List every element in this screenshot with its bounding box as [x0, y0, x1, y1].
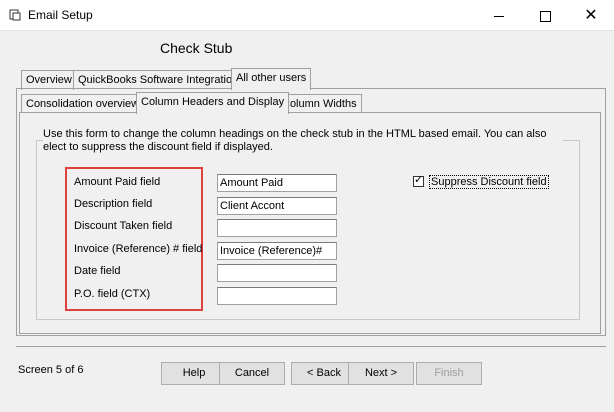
tab-all-other-users[interactable]: All other users: [231, 68, 312, 90]
suppress-discount-label[interactable]: Suppress Discount field: [429, 175, 549, 189]
tab-column-headers-display[interactable]: Column Headers and Display: [136, 92, 290, 114]
screen-indicator: Screen 5 of 6: [18, 364, 84, 376]
page-title: Check Stub: [160, 40, 233, 56]
description-label: Description field: [74, 198, 153, 210]
title-bar: Email Setup ✕: [0, 0, 614, 31]
maximize-icon: [539, 10, 551, 22]
close-icon: ✕: [584, 7, 598, 24]
tab-overview[interactable]: Overview: [21, 70, 77, 90]
next-button[interactable]: Next >: [348, 362, 414, 385]
app-icon: [9, 9, 21, 21]
help-button[interactable]: Help: [161, 362, 227, 385]
invoice-reference-input[interactable]: Invoice (Reference)#: [217, 242, 337, 260]
checkmark-icon: ✓: [414, 174, 424, 186]
date-label: Date field: [74, 265, 121, 277]
minimize-icon: [494, 15, 504, 17]
suppress-discount-checkbox[interactable]: ✓: [413, 174, 424, 187]
footer-separator: [16, 346, 606, 347]
amount-paid-label: Amount Paid field: [74, 176, 161, 188]
amount-paid-input[interactable]: Amount Paid: [217, 174, 337, 192]
invoice-reference-label: Invoice (Reference) # field: [74, 243, 203, 255]
window-title: Email Setup: [28, 8, 93, 22]
po-field-label: P.O. field (CTX): [74, 288, 151, 300]
tab-quickbooks-integration[interactable]: QuickBooks Software Integration: [73, 70, 244, 90]
discount-taken-input[interactable]: [217, 219, 337, 237]
po-field-input[interactable]: [217, 287, 337, 305]
minimize-button[interactable]: [476, 0, 522, 31]
description-text: Use this form to change the column headi…: [43, 128, 563, 154]
maximize-button[interactable]: [522, 0, 568, 31]
discount-taken-label: Discount Taken field: [74, 220, 173, 232]
cancel-button[interactable]: Cancel: [219, 362, 285, 385]
date-input[interactable]: [217, 264, 337, 282]
close-button[interactable]: ✕: [568, 0, 614, 31]
finish-button[interactable]: Finish: [416, 362, 482, 385]
description-input[interactable]: Client Accont: [217, 197, 337, 215]
